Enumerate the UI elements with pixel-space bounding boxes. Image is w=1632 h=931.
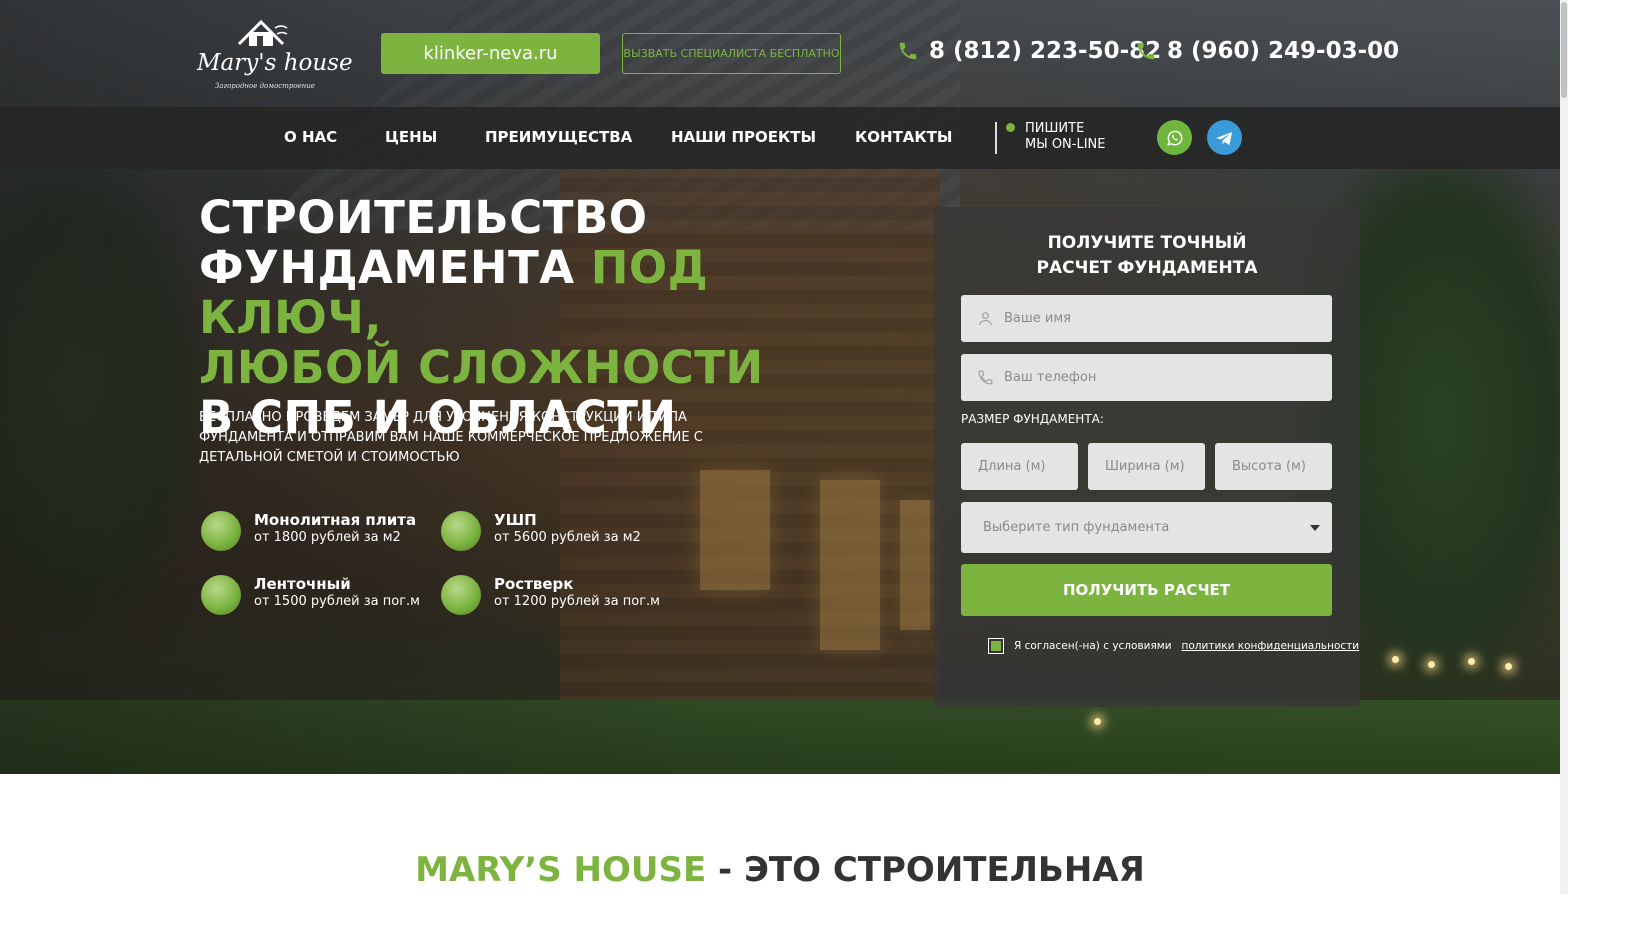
height-input[interactable]: Высота (м)	[1215, 443, 1332, 490]
garden-lamp	[1505, 663, 1512, 670]
top-bar: Mary's house Загородное домостроение kli…	[0, 0, 1560, 107]
logo[interactable]: Mary's house Загородное домостроение	[197, 14, 353, 94]
section-heading: MARY’S HOUSE - ЭТО СТРОИТЕЛЬНАЯ	[415, 850, 1145, 890]
phone-icon	[978, 370, 993, 385]
phone-icon	[1137, 42, 1155, 60]
nav-item-prices[interactable]: ЦЕНЫ	[385, 128, 437, 146]
user-icon	[979, 312, 992, 325]
telegram-icon[interactable]	[1207, 120, 1242, 155]
phone-number: 8 (960) 249-03-00	[1167, 38, 1400, 64]
feature-item: Ленточный от 1500 рублей за пог.м	[201, 575, 420, 615]
feature-item: Монолитная плита от 1800 рублей за м2	[201, 511, 416, 551]
nav-item-contacts[interactable]: КОНТАКТЫ	[855, 128, 952, 146]
logo-text: Mary's house	[197, 50, 353, 76]
get-calculation-button[interactable]: ПОЛУЧИТЬ РАСЧЕТ	[961, 564, 1332, 616]
garden-lamp	[1094, 718, 1101, 725]
scrollbar[interactable]	[1560, 0, 1568, 894]
bullet-ball-icon	[441, 511, 481, 551]
call-specialist-button[interactable]: ВЫЗВАТЬ СПЕЦИАЛИСТА БЕСПЛАТНО	[622, 33, 841, 74]
logo-tagline: Загородное домостроение	[215, 82, 315, 90]
hero-subtitle: БЕСПЛАТНО ПРОВЕДЕМ ЗАМЕР ДЛЯ УТОЧНЕНИЯ К…	[199, 410, 703, 465]
bullet-ball-icon	[441, 575, 481, 615]
site-link-button[interactable]: klinker-neva.ru	[381, 33, 600, 74]
width-input[interactable]: Ширина (м)	[1088, 443, 1205, 490]
size-label: РАЗМЕР ФУНДАМЕНТА:	[961, 412, 1104, 426]
nav-item-projects[interactable]: НАШИ ПРОЕКТЫ	[671, 128, 816, 146]
nav-item-advantages[interactable]: ПРЕИМУЩЕСТВА	[485, 128, 632, 146]
online-status-icon	[1006, 123, 1015, 132]
phone-icon	[899, 42, 917, 60]
feature-item: Ростверк от 1200 рублей за пог.м	[441, 575, 660, 615]
phone-number: 8 (812) 223-50-82	[929, 38, 1162, 64]
phone-link-2[interactable]: 8 (960) 249-03-00	[1135, 38, 1399, 64]
bullet-ball-icon	[201, 511, 241, 551]
garden-lamp	[1428, 661, 1435, 668]
privacy-policy-link[interactable]: политики конфиденциальности	[1182, 640, 1360, 652]
house-logo-icon	[237, 19, 288, 46]
feature-item: УШП от 5600 рублей за м2	[441, 511, 641, 551]
phone-input[interactable]: Ваш телефон	[961, 354, 1332, 401]
nav-divider	[995, 122, 997, 154]
name-input[interactable]: Ваше имя	[961, 295, 1332, 342]
foundation-type-select[interactable]: Выберите тип фундамента	[961, 502, 1332, 553]
phone-link-1[interactable]: 8 (812) 223-50-82	[897, 38, 1161, 64]
garden-lamp	[1392, 656, 1399, 663]
scrollbar-thumb[interactable]	[1561, 2, 1567, 98]
calculation-form: ПОЛУЧИТЕ ТОЧНЫЙ РАСЧЕТ ФУНДАМЕНТА Ваше и…	[934, 207, 1360, 707]
garden-lamp	[1468, 658, 1475, 665]
privacy-agreement: Я согласен(-на) с условиями политики кон…	[988, 638, 1359, 654]
bullet-ball-icon	[201, 575, 241, 615]
main-nav: О НАС ЦЕНЫ ПРЕИМУЩЕСТВА НАШИ ПРОЕКТЫ КОН…	[0, 107, 1560, 169]
form-title: ПОЛУЧИТЕ ТОЧНЫЙ РАСЧЕТ ФУНДАМЕНТА	[1036, 233, 1258, 278]
whatsapp-icon[interactable]	[1157, 120, 1192, 155]
hero-title: СТРОИТЕЛЬСТВО ФУНДАМЕНТА ПОД КЛЮЧ, ЛЮБОЙ…	[199, 191, 764, 444]
agree-checkbox[interactable]	[988, 638, 1004, 654]
nav-item-about[interactable]: О НАС	[284, 128, 337, 146]
chevron-down-icon	[1310, 524, 1320, 531]
online-label: ПИШИТЕ МЫ ON-LINE	[1025, 121, 1106, 152]
length-input[interactable]: Длина (м)	[961, 443, 1078, 490]
